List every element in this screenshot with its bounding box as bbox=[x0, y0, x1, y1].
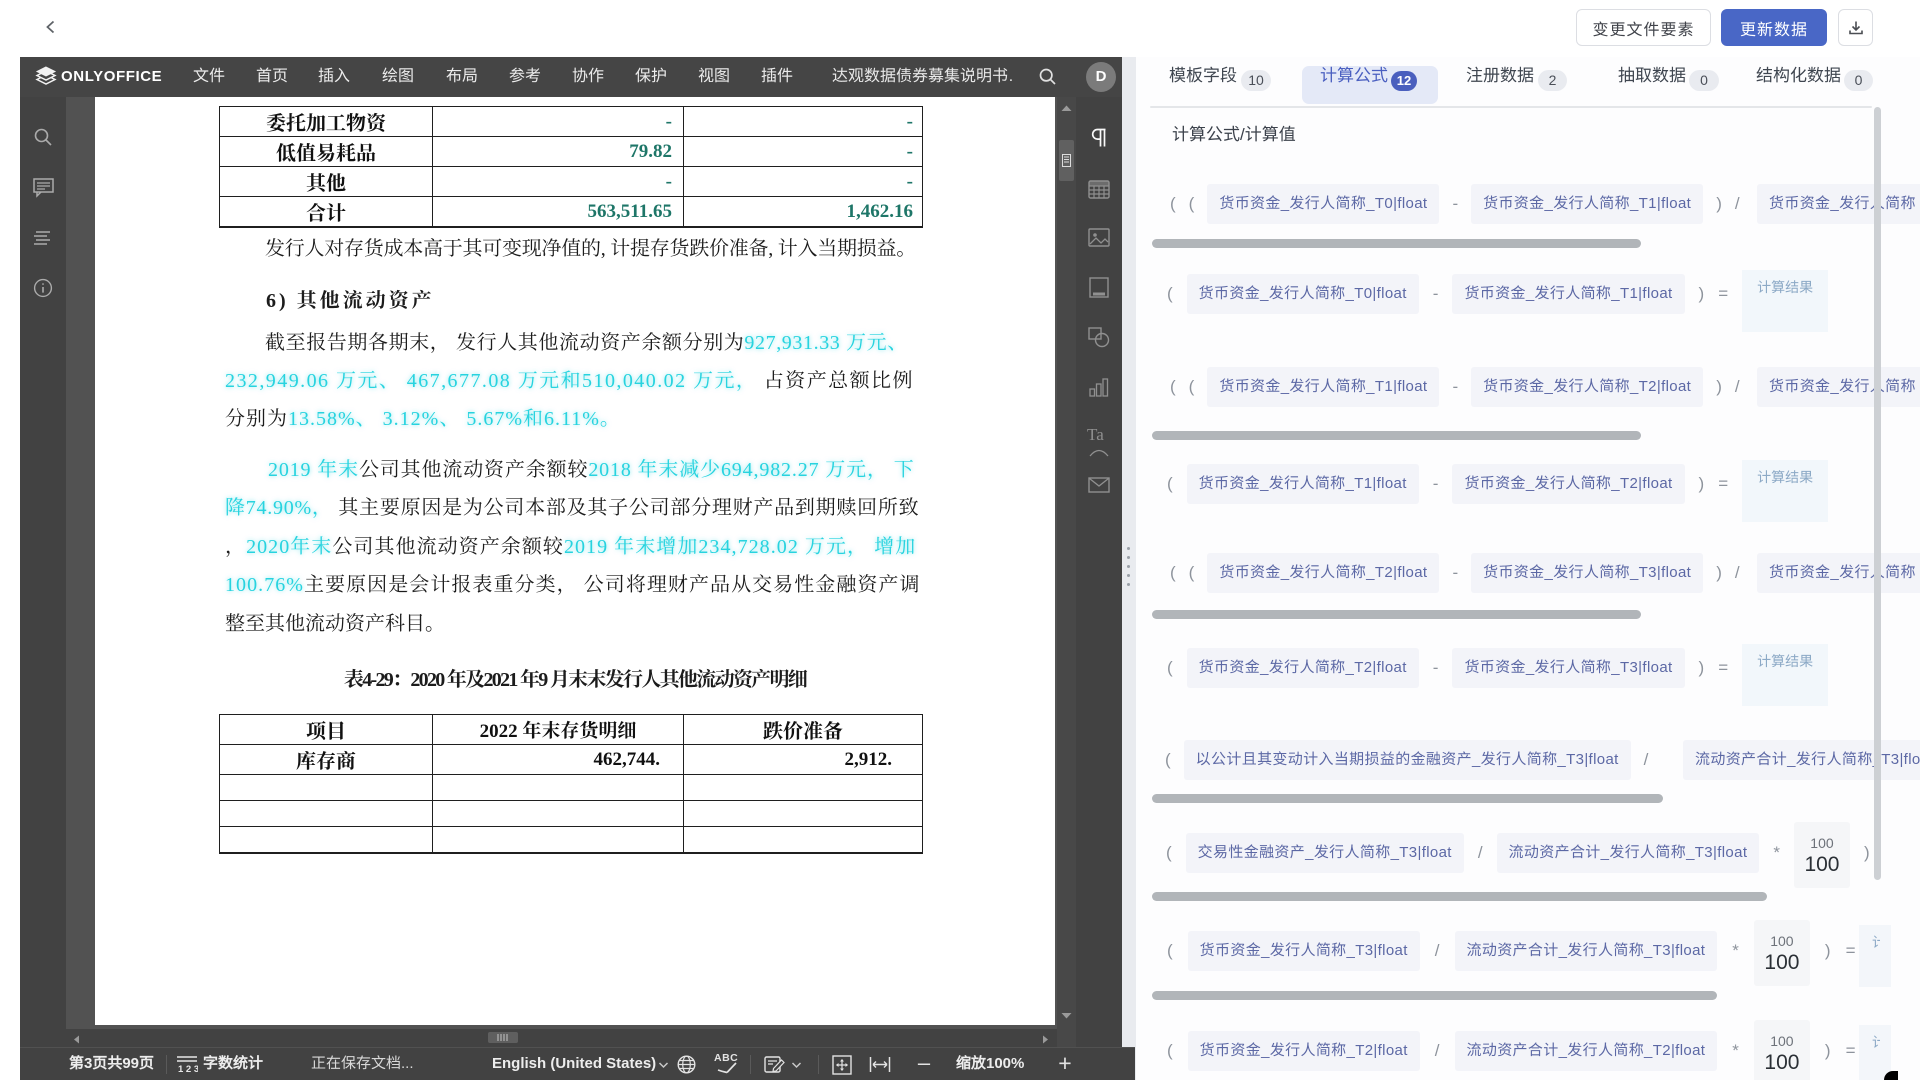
svg-text:1 2 3: 1 2 3 bbox=[178, 1064, 198, 1074]
